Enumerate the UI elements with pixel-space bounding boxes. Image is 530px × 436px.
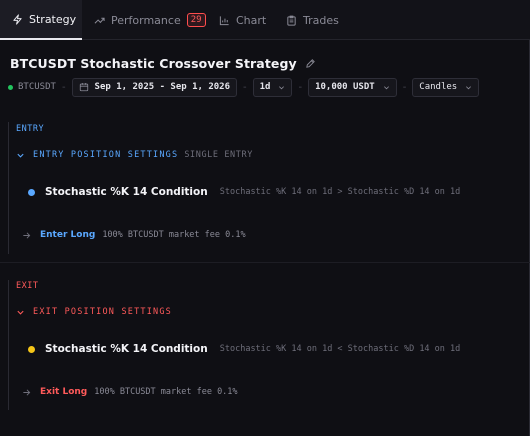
chevron-down-icon bbox=[17, 310, 24, 315]
exit-condition-dot bbox=[28, 345, 35, 353]
capital-select[interactable]: 10,000 USDT bbox=[308, 77, 397, 97]
separator: - bbox=[298, 81, 303, 93]
exit-action-detail: 100% BTCUSDT market fee 0.1% bbox=[94, 387, 238, 397]
chevron-down-icon bbox=[383, 85, 389, 89]
capital-value: 10,000 USDT bbox=[315, 82, 375, 92]
tab-trades[interactable]: Trades bbox=[286, 0, 339, 40]
chart-icon bbox=[219, 15, 229, 25]
interval-select[interactable]: 1d bbox=[252, 77, 293, 97]
title-row: BTCUSDT Stochastic Crossover Strategy bbox=[10, 54, 316, 72]
tab-bar: Strategy Performance 29 Chart Trades bbox=[0, 0, 530, 40]
strategy-toolbar: BTCUSDT - Sep 1, 2025 - Sep 1, 2026 - 1d… bbox=[8, 77, 480, 97]
tab-strategy-label: Strategy bbox=[29, 12, 77, 26]
clipboard-icon bbox=[287, 15, 296, 26]
exit-condition-expression: Stochastic %K 14 on 1d < Stochastic %D 1… bbox=[219, 344, 461, 354]
enter-long-link[interactable]: Enter Long bbox=[40, 230, 95, 240]
chevron-down-icon bbox=[17, 153, 24, 158]
tab-performance-label: Performance bbox=[111, 13, 181, 27]
arrow-right-icon bbox=[23, 231, 31, 239]
separator: - bbox=[243, 81, 247, 93]
exit-action[interactable]: Exit Long 100% BTCUSDT market fee 0.1% bbox=[22, 385, 238, 399]
performance-count-badge: 29 bbox=[186, 13, 206, 27]
entry-position-settings-toggle[interactable]: ENTRY POSITION SETTINGS SINGLE ENTRY bbox=[16, 148, 253, 162]
separator: - bbox=[402, 81, 407, 93]
arrow-right-icon bbox=[23, 388, 31, 396]
exit-section-line bbox=[8, 280, 9, 410]
exit-long-link[interactable]: Exit Long bbox=[40, 387, 87, 397]
tab-strategy[interactable]: Strategy bbox=[0, 0, 82, 40]
bolt-icon bbox=[13, 13, 22, 25]
exit-section-label: EXIT bbox=[16, 281, 39, 291]
chevron-down-icon bbox=[279, 85, 285, 89]
exit-condition-title: Stochastic %K 14 Condition bbox=[45, 343, 208, 355]
chart-type-value: Candles bbox=[419, 82, 458, 92]
entry-section-line bbox=[8, 122, 9, 254]
exit-settings-label: EXIT POSITION SETTINGS bbox=[33, 307, 172, 317]
tab-trades-label: Trades bbox=[303, 13, 339, 27]
trend-up-icon bbox=[94, 17, 105, 24]
entry-condition-expression: Stochastic %K 14 on 1d > Stochastic %D 1… bbox=[219, 187, 461, 197]
entry-condition-dot bbox=[28, 188, 35, 196]
entry-mode-label: SINGLE ENTRY bbox=[184, 150, 253, 160]
exit-position-settings-toggle[interactable]: EXIT POSITION SETTINGS bbox=[16, 305, 172, 319]
symbol-label: BTCUSDT bbox=[18, 82, 56, 92]
entry-settings-label: ENTRY POSITION SETTINGS bbox=[33, 150, 179, 160]
page-title: BTCUSDT Stochastic Crossover Strategy bbox=[10, 55, 297, 71]
date-range-picker[interactable]: Sep 1, 2025 - Sep 1, 2026 bbox=[71, 77, 238, 97]
entry-action-detail: 100% BTCUSDT market fee 0.1% bbox=[102, 230, 246, 240]
chevron-down-icon bbox=[466, 85, 472, 89]
section-divider bbox=[0, 262, 530, 263]
date-range-value: Sep 1, 2025 - Sep 1, 2026 bbox=[94, 82, 231, 92]
tab-performance[interactable]: Performance 29 bbox=[94, 0, 206, 40]
pencil-icon[interactable] bbox=[305, 58, 316, 69]
interval-value: 1d bbox=[259, 82, 271, 92]
entry-action[interactable]: Enter Long 100% BTCUSDT market fee 0.1% bbox=[22, 228, 246, 242]
chart-type-select[interactable]: Candles bbox=[412, 77, 480, 97]
tab-chart[interactable]: Chart bbox=[219, 0, 266, 40]
tab-chart-label: Chart bbox=[236, 13, 267, 27]
entry-condition[interactable]: Stochastic %K 14 Condition Stochastic %K… bbox=[28, 184, 460, 200]
entry-section-label: ENTRY bbox=[16, 124, 45, 134]
entry-condition-title: Stochastic %K 14 Condition bbox=[45, 186, 208, 198]
exit-condition[interactable]: Stochastic %K 14 Condition Stochastic %K… bbox=[28, 341, 460, 357]
separator: - bbox=[61, 81, 66, 93]
calendar-icon bbox=[79, 83, 88, 92]
status-dot bbox=[8, 84, 13, 90]
